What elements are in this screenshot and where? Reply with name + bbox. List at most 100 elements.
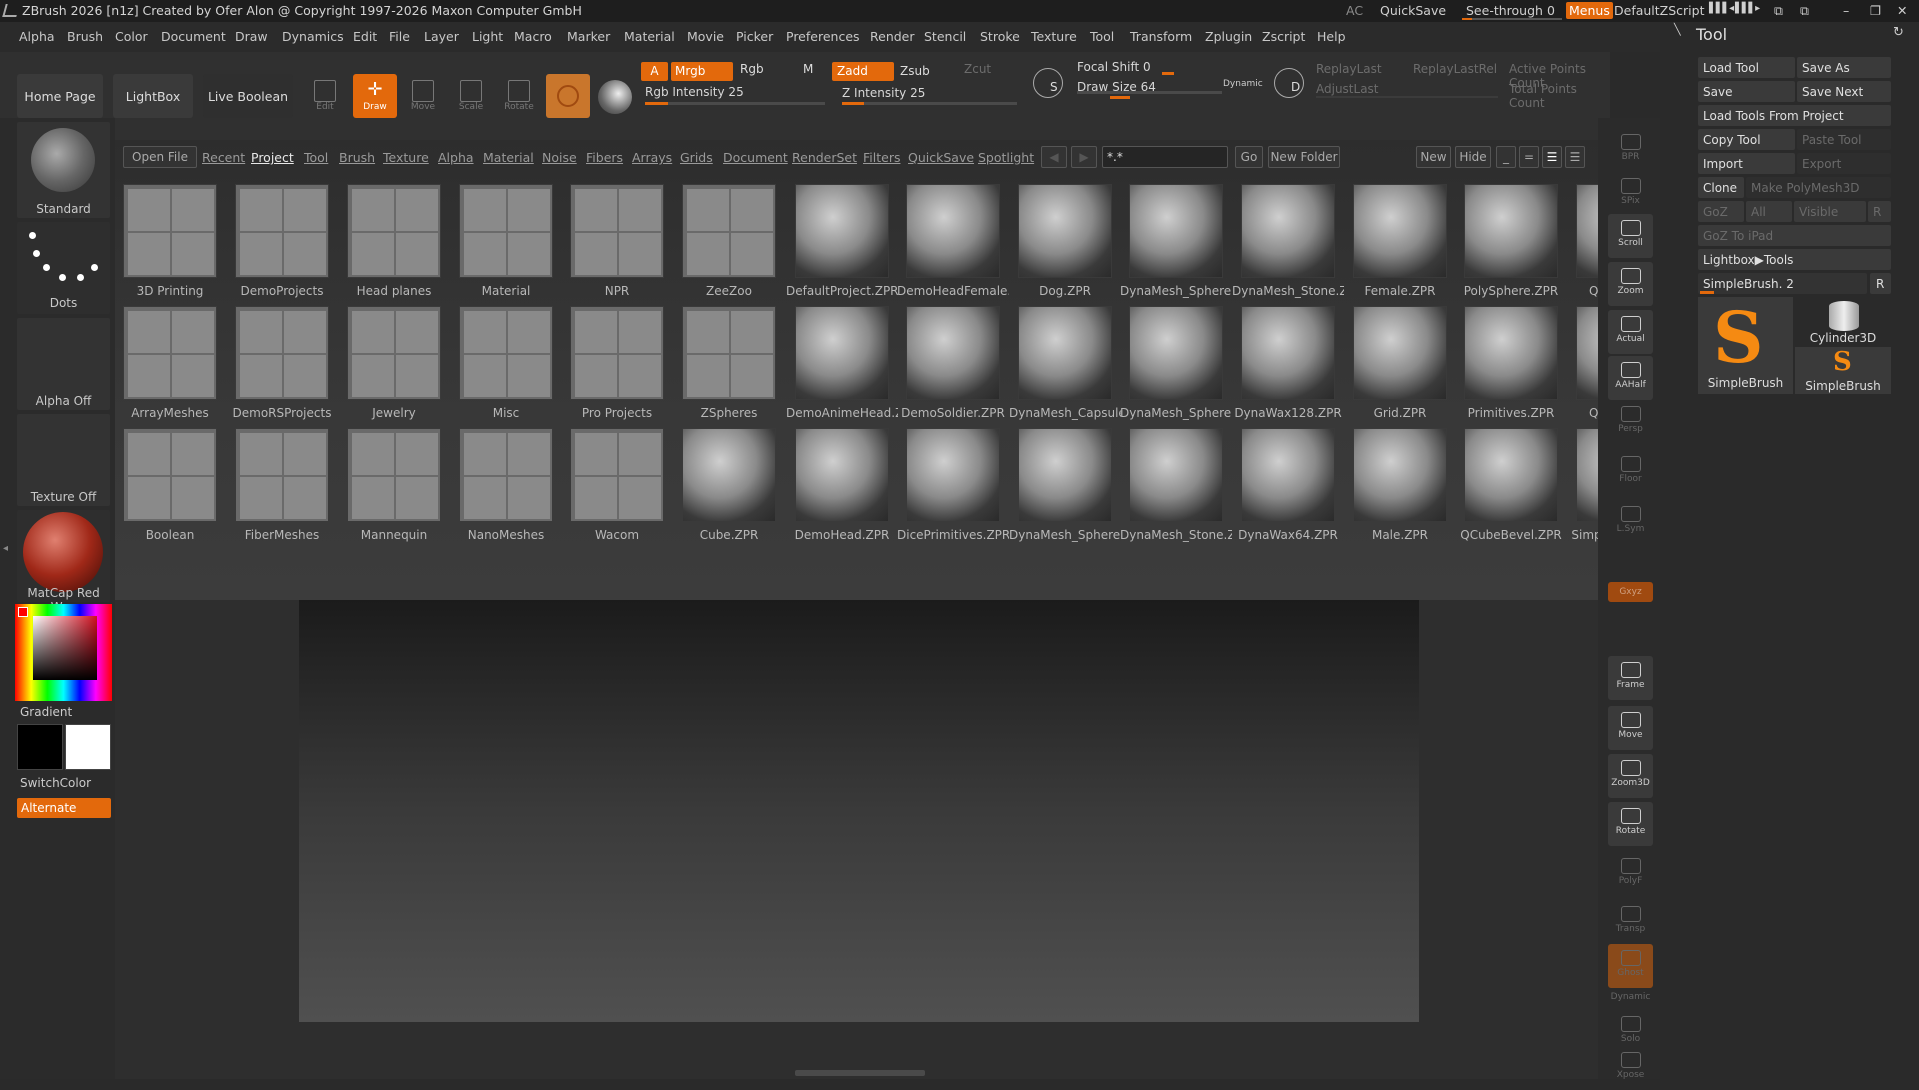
right-shelf-persp-button[interactable]: Persp	[1608, 400, 1653, 444]
right-shelf-xpose-button[interactable]: Xpose	[1608, 1046, 1653, 1090]
tool-palette-title[interactable]: Tool	[1696, 25, 1727, 44]
color-picker-square[interactable]	[33, 616, 97, 680]
tab-tool[interactable]: Tool	[304, 150, 328, 165]
current-tool-slider[interactable]: SimpleBrush. 2	[1698, 273, 1867, 294]
tool-thumb-simplebrush-small[interactable]: S SimpleBrush	[1795, 347, 1891, 394]
save-button[interactable]: Save	[1698, 81, 1795, 102]
rgb-toggle[interactable]: Rgb	[740, 62, 764, 76]
standard-brush-button[interactable]: Standard	[17, 122, 110, 218]
tab-recent[interactable]: Recent	[202, 150, 245, 165]
menu-stencil[interactable]: Stencil	[924, 29, 966, 44]
paste-tool-button[interactable]: Paste Tool	[1797, 129, 1891, 150]
color-picker[interactable]	[15, 604, 112, 701]
lightbox-button[interactable]: LightBox	[113, 74, 193, 118]
menus-toggle[interactable]: Menus	[1566, 2, 1613, 19]
lightbox-project-file[interactable]	[1241, 184, 1335, 278]
menu-marker[interactable]: Marker	[567, 29, 610, 44]
goz-r-button[interactable]: R	[1868, 201, 1891, 222]
lightbox-folder[interactable]	[682, 306, 776, 400]
lightbox-project-file[interactable]	[1018, 184, 1112, 278]
material-button[interactable]	[546, 74, 590, 118]
lightbox-project-file[interactable]	[795, 184, 889, 278]
hide-button[interactable]: Hide	[1455, 146, 1491, 168]
color-sphere-icon[interactable]	[598, 80, 632, 114]
lightbox-folder[interactable]	[347, 306, 441, 400]
lightbox-project-file[interactable]	[906, 306, 1000, 400]
material-matcap-button[interactable]: MatCap Red Wax	[17, 510, 110, 614]
menu-file[interactable]: File	[389, 29, 410, 44]
lightbox-project-file[interactable]	[682, 428, 776, 522]
menu-document[interactable]: Document	[161, 29, 226, 44]
stroke-dots-button[interactable]: Dots	[17, 222, 110, 314]
lightbox-project-file[interactable]	[1464, 184, 1558, 278]
stroke-d-icon[interactable]: D	[1274, 68, 1304, 98]
save-next-button[interactable]: Save Next	[1797, 81, 1891, 102]
minimize-icon[interactable]: –	[1843, 3, 1849, 18]
lightbox-project-file[interactable]	[1129, 428, 1223, 522]
tab-material[interactable]: Material	[483, 150, 534, 165]
right-shelf-scroll-button[interactable]: Scroll	[1608, 214, 1653, 258]
window-icon-1[interactable]: ⧉	[1774, 3, 1783, 19]
lightbox-project-file[interactable]	[1353, 428, 1447, 522]
menu-zplugin[interactable]: Zplugin	[1205, 29, 1252, 44]
menu-light[interactable]: Light	[472, 29, 503, 44]
secondary-color-swatch[interactable]	[65, 724, 111, 770]
menu-color[interactable]: Color	[115, 29, 148, 44]
layout-icon-2[interactable]: ▌▌▌▸	[1735, 3, 1760, 14]
right-shelf-frame-button[interactable]: Frame	[1608, 656, 1653, 700]
layout-icon-1[interactable]: ▌▌▌◂	[1709, 3, 1734, 14]
m-toggle[interactable]: M	[803, 62, 813, 76]
tab-filters[interactable]: Filters	[863, 150, 900, 165]
dynamic-toggle[interactable]: Dynamic	[1223, 79, 1263, 89]
replay-last-button[interactable]: ReplayLast	[1316, 62, 1382, 76]
tab-spotlight[interactable]: Spotlight	[978, 150, 1034, 165]
menu-alpha[interactable]: Alpha	[19, 29, 55, 44]
maximize-icon[interactable]: ❐	[1870, 3, 1881, 18]
tab-document[interactable]: Document	[723, 150, 788, 165]
lightbox-folder[interactable]	[347, 184, 441, 278]
go-button[interactable]: Go	[1235, 146, 1263, 168]
home-page-button[interactable]: Home Page	[17, 74, 103, 118]
lightbox-folder[interactable]	[235, 184, 329, 278]
default-zscript-button[interactable]: DefaultZScript	[1614, 3, 1705, 18]
right-shelf-actual-button[interactable]: Actual	[1608, 310, 1653, 354]
seethrough-slider[interactable]: See-through 0	[1466, 3, 1555, 18]
right-shelf-spix-button[interactable]: SPix	[1608, 172, 1653, 216]
lightbox-folder[interactable]	[459, 428, 553, 522]
lightbox-folder[interactable]	[682, 184, 776, 278]
menu-movie[interactable]: Movie	[687, 29, 724, 44]
lightbox-project-file[interactable]	[1241, 306, 1335, 400]
menu-edit[interactable]: Edit	[353, 29, 377, 44]
right-shelf-transp-button[interactable]: Transp	[1608, 900, 1653, 944]
rgb-intensity-slider[interactable]: Rgb Intensity 25	[645, 85, 744, 99]
load-tools-from-project-button[interactable]: Load Tools From Project	[1698, 105, 1891, 126]
tab-project[interactable]: Project	[251, 150, 294, 165]
lightbox-project-file[interactable]	[1018, 428, 1112, 522]
lightbox-project-file[interactable]	[1129, 306, 1223, 400]
goz-all-button[interactable]: All	[1746, 201, 1792, 222]
lightbox-folder[interactable]	[235, 306, 329, 400]
right-shelf-ghost-button[interactable]: Ghost	[1608, 944, 1653, 988]
right-shelf-polyf-button[interactable]: PolyF	[1608, 852, 1653, 896]
replay-last-rel-button[interactable]: ReplayLastRel	[1413, 62, 1497, 76]
lightbox-folder[interactable]	[459, 184, 553, 278]
lightbox-project-file[interactable]	[1464, 428, 1558, 522]
palette-reset-icon[interactable]: ↻	[1893, 25, 1904, 40]
right-shelf-move-button[interactable]: Move	[1608, 706, 1653, 750]
lightbox-project-file[interactable]	[1129, 184, 1223, 278]
view-list-icon[interactable]: ☰	[1542, 146, 1562, 168]
lightbox-project-file[interactable]	[1018, 306, 1112, 400]
right-shelf-zoom-button[interactable]: Zoom	[1608, 262, 1653, 306]
goz-button[interactable]: GoZ	[1698, 201, 1744, 222]
menu-macro[interactable]: Macro	[514, 29, 552, 44]
right-shelf-zoom3d-button[interactable]: Zoom3D	[1608, 754, 1653, 798]
texture-button[interactable]: Texture Off	[17, 414, 110, 506]
right-shelf-aahalf-button[interactable]: AAHalf	[1608, 356, 1653, 400]
alpha-button[interactable]: Alpha Off	[17, 318, 110, 410]
tab-alpha[interactable]: Alpha	[438, 150, 474, 165]
right-shelf-rotate-button[interactable]: Rotate	[1608, 802, 1653, 846]
scale-mode-button[interactable]: Scale	[449, 74, 493, 118]
alternate-button[interactable]: Alternate	[17, 798, 111, 818]
load-tool-button[interactable]: Load Tool	[1698, 57, 1795, 78]
lightbox-project-file[interactable]	[1464, 306, 1558, 400]
